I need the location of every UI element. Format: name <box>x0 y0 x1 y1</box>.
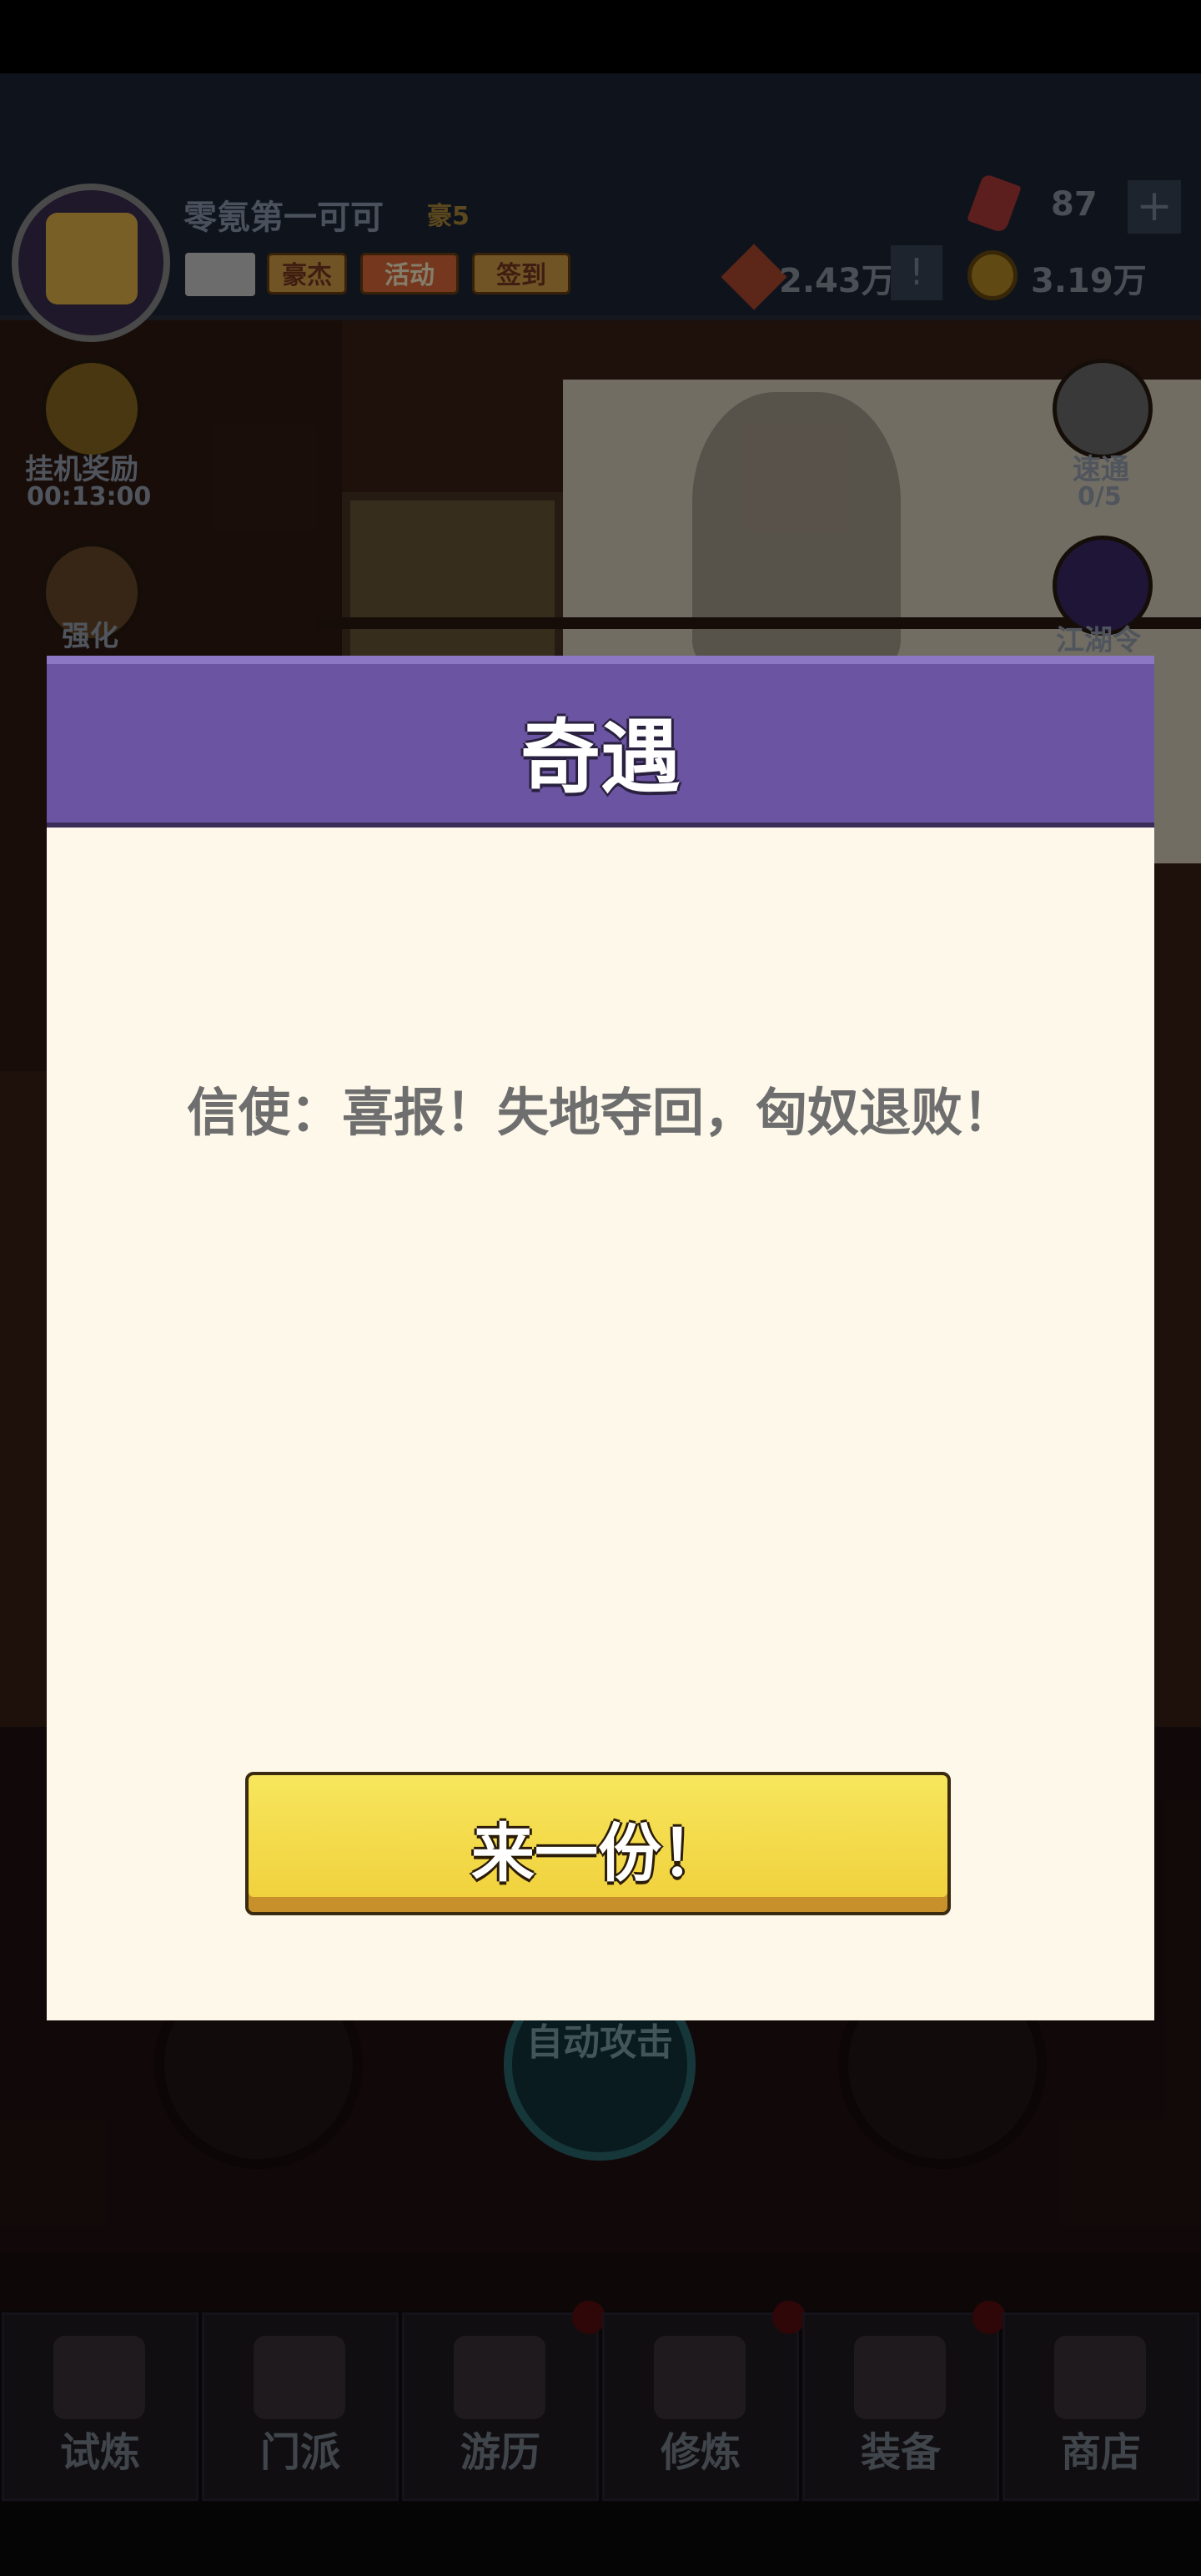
dialog-message: 信使：喜报！失地夺回，匈奴退败！ <box>186 1082 1014 1143</box>
dialog-title: 奇遇 <box>520 711 681 804</box>
confirm-button-label: 来一份！ <box>471 1816 725 1890</box>
dialog-header-highlight <box>47 656 1154 664</box>
